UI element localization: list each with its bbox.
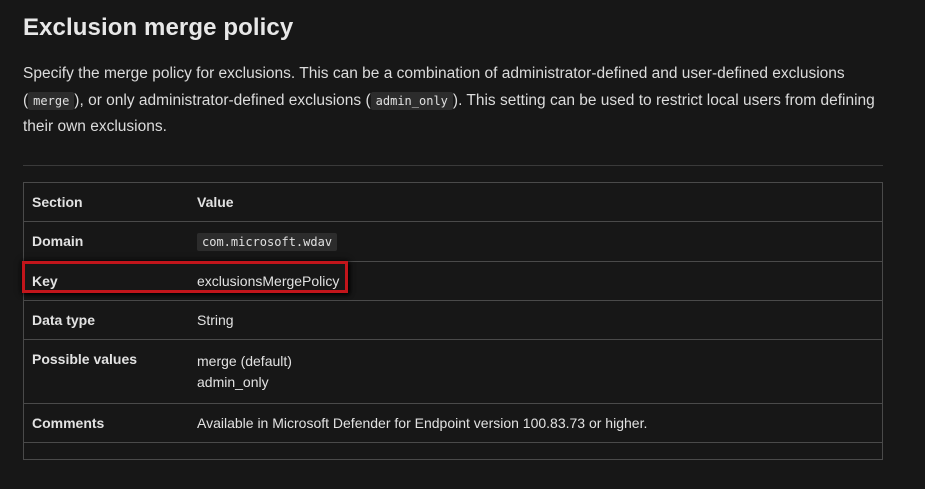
possible-value-merge: merge (default) [197, 353, 292, 369]
domain-label: Domain [23, 221, 189, 262]
domain-value-cell: com.microsoft.wdav [189, 221, 883, 262]
section-heading: Exclusion merge policy [23, 14, 294, 41]
header-section: Section [23, 182, 189, 222]
doc-page: Exclusion merge policy Specify the merge… [0, 0, 925, 489]
table-header-row: Section Value [23, 182, 883, 222]
table-row-empty [24, 443, 883, 460]
empty-cell-2 [189, 443, 883, 460]
header-value: Value [189, 182, 883, 222]
domain-value: com.microsoft.wdav [197, 233, 338, 251]
section-description: Specify the merge policy for exclusions.… [23, 61, 883, 141]
table-row-comments: Comments Available in Microsoft Defender… [23, 403, 883, 443]
data-type-value: String [189, 300, 883, 340]
table-row-key: Key exclusionsMergePolicy [23, 261, 883, 301]
table-row-domain: Domain com.microsoft.wdav [23, 221, 883, 262]
settings-table: Section Value Domain com.microsoft.wdav … [23, 182, 883, 460]
possible-values-cell: merge (default) admin_only [189, 339, 883, 404]
inline-code-admin-only: admin_only [370, 91, 453, 110]
table-row-data-type: Data type String [23, 300, 883, 340]
key-label: Key [23, 261, 189, 301]
possible-value-admin-only: admin_only [197, 374, 269, 390]
inline-code-merge: merge [28, 91, 75, 110]
table-row-possible-values: Possible values merge (default) admin_on… [23, 339, 883, 404]
empty-cell-1 [24, 443, 190, 460]
possible-values-label: Possible values [23, 339, 189, 404]
key-value: exclusionsMergePolicy [189, 261, 883, 301]
horizontal-divider [23, 165, 883, 166]
comments-value: Available in Microsoft Defender for Endp… [189, 403, 883, 443]
description-text-2: ), or only administrator-defined exclusi… [74, 91, 371, 109]
data-type-label: Data type [23, 300, 189, 340]
comments-label: Comments [23, 403, 189, 443]
